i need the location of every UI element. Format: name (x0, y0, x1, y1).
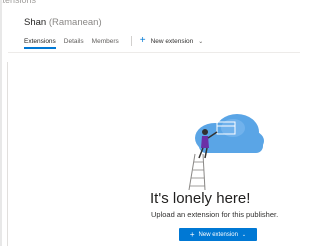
breadcrumb: xtensions (0, 0, 37, 5)
plus-icon: + (139, 35, 146, 46)
content-border (7, 62, 8, 246)
empty-state-subtitle: Upload an extension for this publisher. (151, 210, 279, 219)
left-rail (0, 0, 2, 246)
tabs-divider (130, 36, 132, 46)
tab-details[interactable]: Details (64, 38, 84, 45)
new-extension-button[interactable]: + New extension ⌄ (179, 228, 257, 241)
plus-icon: + (189, 229, 195, 239)
tab-members[interactable]: Members (92, 38, 119, 45)
empty-state-title: It's lonely here! (150, 190, 251, 207)
header-divider (8, 52, 300, 53)
new-extension-label: New extension (150, 37, 194, 45)
ladder-icon (188, 153, 206, 190)
new-extension-button-label: New extension (198, 231, 238, 238)
publisher-subtitle: (Ramanean) (48, 17, 102, 28)
tab-extensions[interactable]: Extensions (24, 38, 56, 49)
chevron-down-icon: ⌄ (198, 38, 204, 45)
new-extension-menu-button[interactable]: + New extension ⌄ (140, 36, 204, 46)
publisher-name: Shan (24, 17, 47, 28)
publisher-tabs: Extensions Details Members + New extensi… (24, 34, 204, 49)
chevron-down-icon: ⌄ (241, 231, 247, 238)
cloud-ladder-illustration (188, 114, 264, 190)
publisher-title: Shan (Ramanean) (24, 17, 102, 28)
